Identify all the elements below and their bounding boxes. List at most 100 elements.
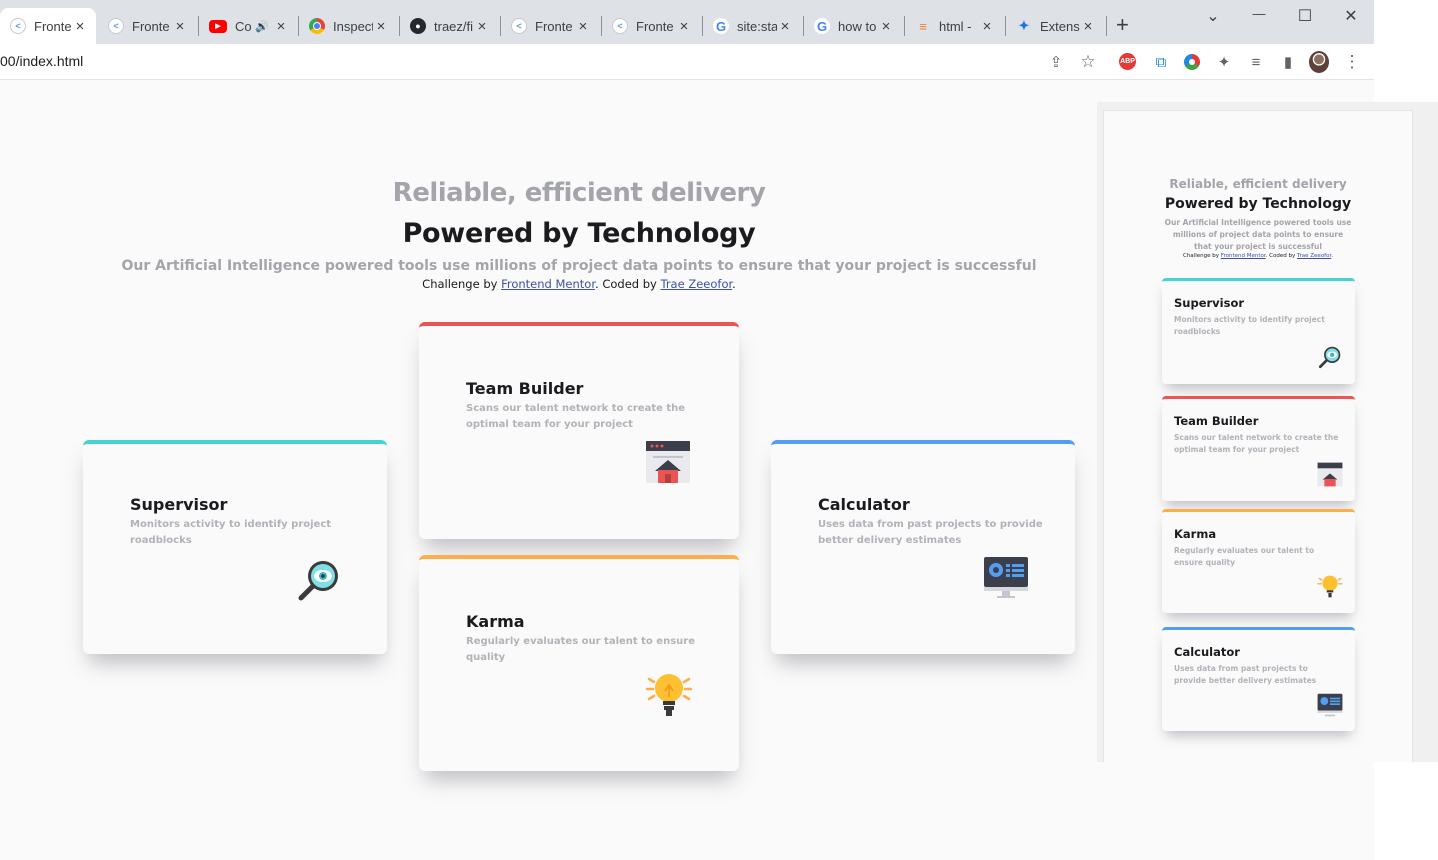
tab-title: Fronte	[636, 18, 674, 34]
attribution-text: .	[732, 277, 736, 291]
tab-title: Fronte	[34, 18, 72, 34]
close-icon[interactable]: ×	[777, 18, 793, 35]
chrome-icon	[309, 18, 325, 34]
calculator-monitor-icon	[1317, 693, 1343, 717]
minimize-button[interactable]: —	[1249, 6, 1269, 21]
address-bar[interactable]: 00/index.html	[0, 53, 83, 69]
tab-title: how to	[838, 18, 877, 34]
card-title: Karma	[1174, 527, 1217, 541]
google-icon: G	[814, 18, 830, 34]
card-supervisor: Supervisor Monitors activity to identify…	[83, 440, 387, 654]
maximize-button[interactable]: ☐	[1295, 6, 1315, 26]
mobile-card-supervisor: Supervisor Monitors activity to identify…	[1162, 278, 1355, 384]
tab-separator	[1106, 16, 1107, 36]
adblock-icon[interactable]: ABP	[1119, 53, 1136, 70]
attribution-text: . Coded by	[1265, 253, 1297, 259]
frontend-mentor-link[interactable]: Frontend Mentor	[1221, 253, 1266, 259]
close-icon[interactable]: ×	[72, 18, 88, 35]
tab-frontend-mentor[interactable]: < Fronte ×	[602, 8, 700, 44]
youtube-icon: ▶	[209, 19, 227, 33]
tab-google-search[interactable]: G site:sta ×	[703, 8, 801, 44]
karma-lightbulb-icon	[1317, 575, 1343, 598]
attribution: Challenge by Frontend Mentor. Coded by T…	[0, 277, 1158, 291]
tab-title: Co	[235, 18, 251, 34]
ext-circle-icon[interactable]	[1182, 52, 1202, 72]
page-title: Powered by Technology	[1164, 196, 1352, 212]
card-karma: Karma Regularly evaluates our talent to …	[419, 555, 739, 771]
tab-title: traez/fi	[434, 18, 474, 34]
close-icon[interactable]: ×	[676, 18, 692, 35]
ext-copy-icon[interactable]: ⧉	[1151, 52, 1171, 72]
tab-frontend-mentor-active[interactable]: < Fronte ×	[0, 8, 96, 44]
card-title: Supervisor	[1174, 296, 1245, 310]
card-title: Team Builder	[466, 379, 584, 398]
tab-google-search[interactable]: G how to ×	[804, 8, 902, 44]
card-description: Uses data from past projects to provide …	[818, 519, 1043, 546]
sidepanel-icon[interactable]: ▮	[1278, 52, 1298, 72]
author-link[interactable]: Trae Zeeofor	[1297, 253, 1331, 259]
card-description: Monitors activity to identify project ro…	[1174, 315, 1325, 336]
close-icon[interactable]: ×	[474, 18, 490, 35]
frontend-mentor-link[interactable]: Frontend Mentor	[501, 277, 595, 291]
attribution-text: . Coded by	[595, 277, 661, 291]
close-icon[interactable]: ×	[979, 18, 995, 35]
tab-frontend-mentor[interactable]: < Fronte ×	[98, 8, 196, 44]
tab-extensions[interactable]: ✦ Extens ×	[1006, 8, 1104, 44]
card-description: Scans our talent network to create the o…	[466, 403, 686, 430]
close-icon[interactable]: ×	[878, 18, 894, 35]
media-icon[interactable]: ≡	[1246, 52, 1266, 72]
attribution-text: Challenge by	[422, 277, 502, 291]
card-calculator: Calculator Uses data from past projects …	[771, 440, 1075, 654]
github-icon: ●	[410, 18, 426, 34]
close-icon[interactable]: ×	[373, 18, 389, 35]
tab-frontend-mentor[interactable]: < Fronte ×	[501, 8, 599, 44]
speaker-icon[interactable]: 🔊	[255, 20, 269, 33]
attribution: Challenge by Frontend Mentor. Coded by T…	[1104, 253, 1412, 259]
browser-toolbar: 00/index.html ⇪ ☆ ABP ⧉ ✦ ≡ ▮ ⋮	[0, 44, 1374, 80]
card-description: Scans our talent network to create the o…	[1174, 433, 1339, 454]
card-description: Monitors activity to identify project ro…	[130, 519, 332, 546]
close-icon[interactable]: ×	[273, 18, 289, 35]
star-icon[interactable]: ☆	[1078, 52, 1098, 72]
team-builder-icon	[646, 441, 690, 483]
attribution-text: .	[1331, 253, 1333, 259]
tab-search-icon[interactable]: ⌄	[1203, 6, 1223, 26]
heading-light: Reliable, efficient delivery	[392, 178, 766, 208]
mobile-card-calculator: Calculator Uses data from past projects …	[1162, 627, 1355, 731]
card-title: Calculator	[818, 495, 910, 514]
mobile-preview-panel: Reliable, efficient delivery Powered by …	[1097, 102, 1438, 762]
tab-youtube[interactable]: ▶ Co 🔊 ×	[199, 8, 297, 44]
new-tab-button[interactable]: +	[1116, 14, 1129, 36]
tab-title: Fronte	[535, 18, 573, 34]
team-builder-icon	[1317, 462, 1343, 487]
mobile-card-team-builder: Team Builder Scans our talent network to…	[1162, 396, 1355, 501]
menu-icon[interactable]: ⋮	[1342, 52, 1362, 72]
tab-title: Inspect	[333, 18, 373, 34]
calculator-monitor-icon	[984, 557, 1028, 598]
close-icon[interactable]: ×	[172, 18, 188, 35]
description: Our Artificial Intelligence powered tool…	[1164, 218, 1352, 251]
author-link[interactable]: Trae Zeeofor	[660, 277, 732, 291]
puzzle-icon[interactable]: ✦	[1214, 52, 1234, 72]
mobile-preview-frame: Reliable, efficient delivery Powered by …	[1103, 110, 1413, 762]
profile-avatar[interactable]	[1309, 51, 1329, 73]
tab-title: Fronte	[132, 18, 170, 34]
close-icon[interactable]: ×	[1080, 18, 1096, 35]
card-team-builder: Team Builder Scans our talent network to…	[419, 322, 739, 539]
tab-inspect[interactable]: Inspect ×	[299, 8, 397, 44]
close-icon[interactable]: ×	[575, 18, 591, 35]
supervisor-magnifier-icon	[298, 561, 338, 601]
description: Our Artificial Intelligence powered tool…	[121, 258, 1037, 274]
stackoverflow-icon: ≡	[919, 18, 927, 34]
card-title: Team Builder	[1174, 414, 1259, 428]
tab-title: html -	[939, 18, 972, 34]
browser-tab-strip: < Fronte × < Fronte × ▶ Co 🔊 × Inspect ×…	[0, 0, 1374, 44]
tab-stackoverflow[interactable]: ≡ html - ×	[905, 8, 1003, 44]
share-icon[interactable]: ⇪	[1046, 52, 1066, 72]
extension-puzzle-icon: ✦	[1018, 18, 1030, 33]
card-title: Calculator	[1174, 645, 1240, 659]
heading-light: Reliable, efficient delivery	[1169, 177, 1347, 191]
tab-github[interactable]: ● traez/fi ×	[400, 8, 498, 44]
close-window-button[interactable]: ✕	[1341, 6, 1361, 26]
card-title: Supervisor	[130, 495, 228, 514]
